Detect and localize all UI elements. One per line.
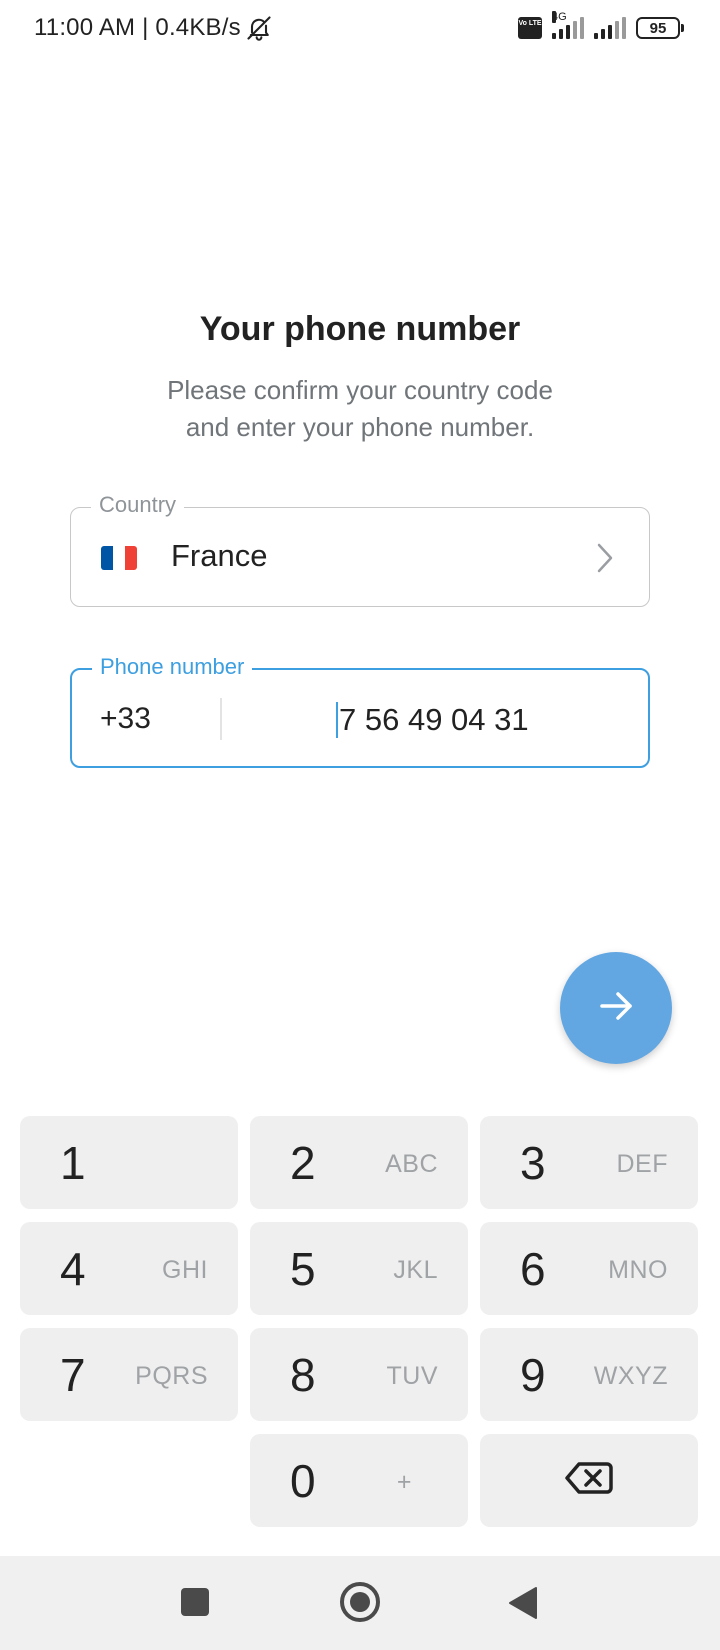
- status-left: 11:00 AM | 0.4KB/s: [34, 14, 273, 42]
- arrow-right-icon: [596, 986, 636, 1031]
- numeric-keypad: 1 2 ABC 3 DEF 4 GHI 5 JKL 6 MNO 7 PQRS 8…: [20, 1116, 698, 1527]
- key-digit: 6: [520, 1243, 546, 1295]
- phone-number-label: Phone number: [92, 654, 253, 680]
- home-icon[interactable]: [340, 1582, 380, 1622]
- recent-apps-icon[interactable]: [181, 1588, 209, 1616]
- bell-off-icon: [245, 14, 273, 42]
- next-button[interactable]: [560, 952, 672, 1064]
- page-subtitle: Please confirm your country code and ent…: [0, 372, 720, 446]
- key-letters: PQRS: [135, 1362, 208, 1390]
- status-right: Vo LTE 4G 95: [518, 11, 684, 39]
- key-letters: DEF: [616, 1150, 668, 1178]
- key-2[interactable]: 2 ABC: [250, 1116, 468, 1209]
- key-4[interactable]: 4 GHI: [20, 1222, 238, 1315]
- battery-icon: 95: [636, 17, 684, 39]
- key-letters: JKL: [393, 1256, 438, 1284]
- key-5[interactable]: 5 JKL: [250, 1222, 468, 1315]
- signal-icon-sim2: [594, 17, 626, 39]
- battery-level: 95: [636, 17, 680, 39]
- key-7[interactable]: 7 PQRS: [20, 1328, 238, 1421]
- key-digit: 3: [520, 1137, 546, 1189]
- backspace-key[interactable]: [480, 1434, 698, 1527]
- key-digit: 9: [520, 1349, 546, 1401]
- status-time-speed: 11:00 AM | 0.4KB/s: [34, 14, 241, 41]
- key-digit: 2: [290, 1137, 316, 1189]
- key-digit: 8: [290, 1349, 316, 1401]
- key-letters: ABC: [385, 1150, 438, 1178]
- field-divider: [220, 698, 222, 740]
- back-icon[interactable]: [508, 1586, 538, 1625]
- country-name: France: [171, 538, 268, 573]
- page-title: Your phone number: [199, 310, 521, 348]
- key-letters: WXYZ: [593, 1362, 668, 1390]
- status-bar: 11:00 AM | 0.4KB/s Vo LTE 4G 95: [0, 0, 720, 56]
- network-type-label: 4G: [552, 11, 567, 23]
- key-letters: TUV: [386, 1362, 438, 1390]
- france-flag-icon: [101, 546, 137, 570]
- key-digit: 1: [60, 1137, 86, 1189]
- subtitle-line-2: and enter your phone number.: [185, 412, 535, 442]
- key-3[interactable]: 3 DEF: [480, 1116, 698, 1209]
- key-letters: GHI: [162, 1256, 208, 1284]
- key-digit: 7: [60, 1349, 86, 1401]
- signal-icon-sim1: 4G: [552, 11, 584, 39]
- country-code-input[interactable]: +33: [100, 702, 151, 736]
- key-letters: +: [396, 1468, 412, 1496]
- system-nav-bar: [0, 1556, 720, 1650]
- key-1[interactable]: 1: [20, 1116, 238, 1209]
- key-letters: MNO: [608, 1256, 668, 1284]
- phone-number-value: 7 56 49 04 31: [339, 702, 529, 737]
- country-selector[interactable]: Country France: [70, 492, 650, 607]
- text-cursor: [336, 702, 338, 738]
- chevron-right-icon: [595, 542, 615, 579]
- key-9[interactable]: 9 WXYZ: [480, 1328, 698, 1421]
- key-digit: 5: [290, 1243, 316, 1295]
- volte-icon: Vo LTE: [518, 17, 542, 39]
- country-label: Country: [91, 492, 185, 518]
- phone-number-input[interactable]: 7 56 49 04 31: [336, 702, 529, 738]
- key-6[interactable]: 6 MNO: [480, 1222, 698, 1315]
- phone-number-field[interactable]: Phone number +33 7 56 49 04 31: [70, 654, 650, 768]
- key-digit: 0: [290, 1455, 316, 1507]
- subtitle-line-1: Please confirm your country code: [167, 375, 553, 405]
- key-0[interactable]: 0 +: [250, 1434, 468, 1527]
- key-empty: [20, 1434, 238, 1527]
- key-8[interactable]: 8 TUV: [250, 1328, 468, 1421]
- backspace-icon: [565, 1461, 613, 1500]
- key-digit: 4: [60, 1243, 86, 1295]
